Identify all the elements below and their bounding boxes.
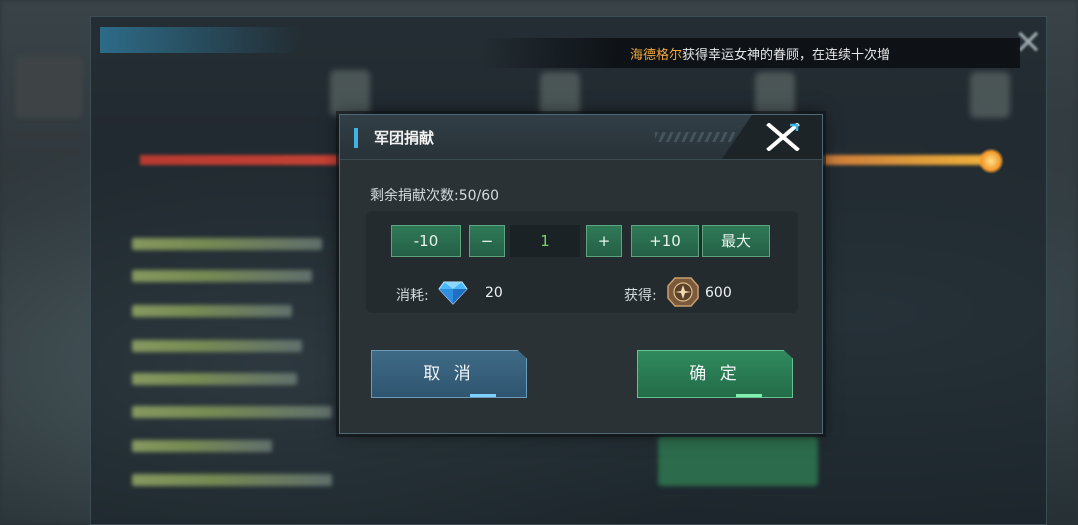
background-log-row [132,270,312,282]
plus-ten-button[interactable]: +10 [631,225,699,257]
background-donate-button [658,436,818,486]
background-log-row [132,474,332,486]
max-button[interactable]: 最大 [702,225,770,257]
close-icon[interactable] [766,123,800,151]
background-progress-bar-end [820,155,995,165]
dialog-title: 军团捐献 [374,129,435,147]
background-legion-icon [15,56,83,118]
remaining-donations: 剩余捐献次数:50/60 [370,188,500,204]
cancel-button[interactable]: 取 消 [371,350,527,398]
background-log-row [132,238,322,250]
gain-label: 获得: [624,288,657,304]
quantity-input[interactable]: 1 [510,225,580,257]
background-log-row [132,305,292,317]
background-log-row [132,440,272,452]
minus-ten-button[interactable]: -10 [391,225,461,257]
header-decoration [655,132,745,142]
background-log-row [132,406,332,418]
medal-icon [667,277,699,307]
background-reward-figure [755,72,795,118]
diamond-icon [438,281,468,305]
background-log-row [132,340,302,352]
legion-donation-dialog: 军团捐献 剩余捐献次数:50/60 -10 − 1 + +10 最大 消耗: 2… [339,114,823,434]
gain-value: 600 [705,285,732,301]
background-reward-figure [970,72,1010,118]
plus-one-button[interactable]: + [586,225,622,257]
cost-value: 20 [485,285,503,301]
button-notch [736,394,762,397]
background-reward-figure [330,70,370,116]
announcement-text: 海德格尔获得幸运女神的眷顾，在连续十次增 [630,44,895,63]
title-accent-bar [354,128,358,148]
cancel-label: 取 消 [423,364,475,384]
background-panel-title [100,27,300,53]
background-log-row [132,373,297,385]
dialog-header: 军团捐献 [340,115,822,160]
confirm-label: 确 定 [689,364,741,384]
cost-label: 消耗: [396,288,429,304]
minus-one-button[interactable]: − [469,225,505,257]
background-reward-figure [540,72,580,118]
confirm-button[interactable]: 确 定 [637,350,793,398]
announcement-player-name: 海德格尔 [630,48,683,63]
button-notch [470,394,496,397]
background-progress-glow [978,148,1004,174]
announcement-message: 获得幸运女神的眷顾，在连续十次增 [682,48,891,63]
